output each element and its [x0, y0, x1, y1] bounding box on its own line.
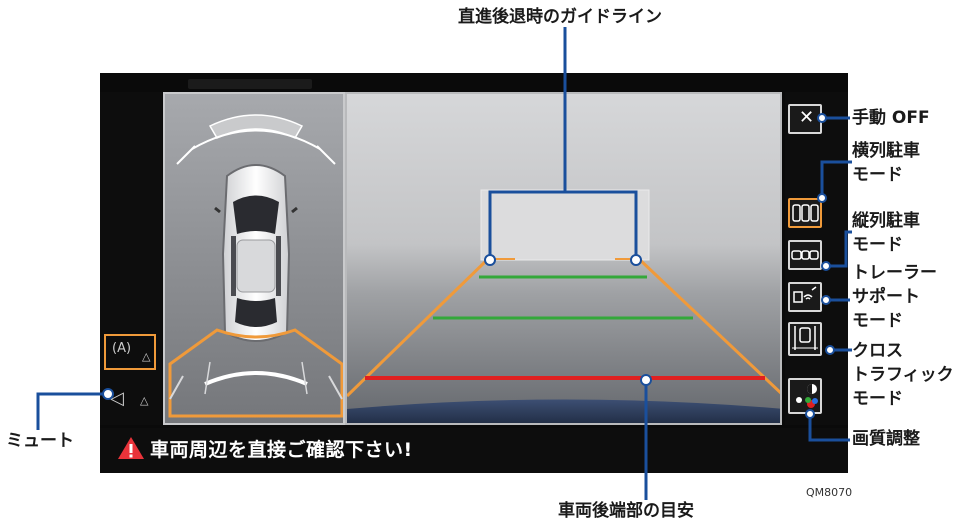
label-parallel-parking-line1: 横列駐車: [852, 141, 920, 161]
label-rear-end-guide: 車両後端部の目安: [558, 501, 694, 521]
label-trailer-line2: サポート: [852, 287, 920, 307]
label-guideline-straight: 直進後退時のガイドライン: [458, 7, 662, 27]
label-manual-off: 手動 OFF: [852, 108, 930, 128]
label-cross-traffic-line3: モード: [852, 389, 903, 409]
label-trailer-line1: トレーラー: [852, 263, 937, 283]
label-cross-traffic-line1: クロス: [852, 341, 903, 361]
label-mute: ミュート: [6, 431, 74, 451]
label-series-parking-line1: 縦列駐車: [852, 211, 920, 231]
label-image-quality: 画質調整: [852, 429, 920, 449]
callout-lines: [36, 27, 852, 500]
figure-code: QM8070: [806, 486, 853, 499]
label-parallel-parking-line2: モード: [852, 165, 903, 185]
label-series-parking-line2: モード: [852, 235, 903, 255]
label-trailer-line3: モード: [852, 311, 903, 331]
label-cross-traffic-line2: トラフィック: [852, 365, 954, 385]
